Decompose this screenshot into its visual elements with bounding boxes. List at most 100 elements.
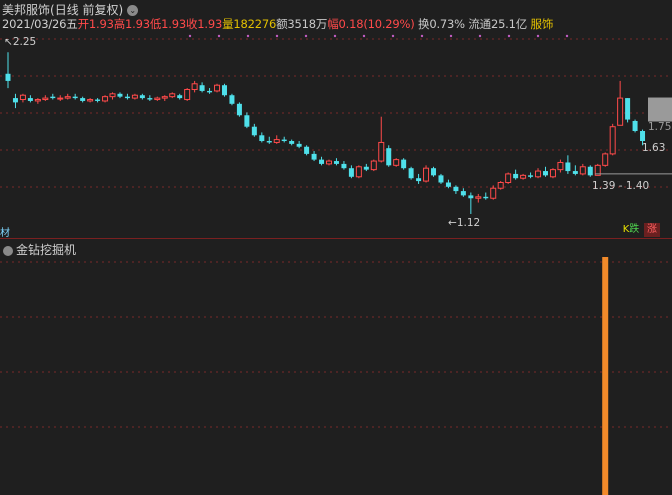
candle[interactable] xyxy=(401,158,407,170)
candle[interactable] xyxy=(468,192,474,214)
chevron-down-icon[interactable] xyxy=(3,245,13,256)
candle[interactable] xyxy=(266,136,272,144)
candle[interactable] xyxy=(57,95,64,101)
candle[interactable] xyxy=(490,185,497,200)
candle[interactable] xyxy=(632,119,638,133)
side-tag: 材 xyxy=(0,228,10,239)
candle[interactable] xyxy=(348,165,354,179)
candle[interactable] xyxy=(124,93,130,100)
event-dot xyxy=(420,34,424,38)
candle[interactable] xyxy=(393,158,400,167)
candle[interactable] xyxy=(625,98,631,123)
rise-button[interactable]: 涨 xyxy=(644,223,660,237)
candle[interactable] xyxy=(139,93,145,100)
candle[interactable] xyxy=(221,83,227,97)
candle[interactable] xyxy=(460,188,466,197)
event-dot xyxy=(565,34,569,38)
candle[interactable] xyxy=(95,98,101,103)
candle[interactable] xyxy=(72,93,78,100)
candle[interactable] xyxy=(378,116,385,163)
candle[interactable] xyxy=(229,93,235,106)
candle[interactable] xyxy=(109,92,116,100)
event-dot xyxy=(217,34,221,38)
candle[interactable] xyxy=(236,102,242,117)
candle[interactable] xyxy=(5,52,11,89)
candle[interactable] xyxy=(177,93,183,100)
candle[interactable] xyxy=(244,112,250,129)
high-value: 1.93 xyxy=(125,17,150,31)
candle[interactable] xyxy=(341,161,347,170)
candle[interactable] xyxy=(438,173,444,184)
candle[interactable] xyxy=(542,166,548,177)
candle[interactable] xyxy=(423,165,430,183)
candle[interactable] xyxy=(311,151,317,162)
candle[interactable] xyxy=(513,169,519,180)
candle[interactable] xyxy=(520,173,527,180)
candle[interactable] xyxy=(154,96,161,101)
candle[interactable] xyxy=(259,132,265,143)
candle[interactable] xyxy=(42,95,49,101)
candle[interactable] xyxy=(416,173,422,184)
candle[interactable] xyxy=(565,155,571,174)
candle[interactable] xyxy=(408,166,414,180)
indicator-chart[interactable] xyxy=(0,255,672,495)
candle[interactable] xyxy=(528,172,534,179)
candle[interactable] xyxy=(602,152,609,167)
candle[interactable] xyxy=(214,83,221,93)
candle[interactable] xyxy=(296,141,302,149)
candle[interactable] xyxy=(289,139,295,146)
candle[interactable] xyxy=(50,93,56,100)
candle[interactable] xyxy=(505,172,512,184)
candle[interactable] xyxy=(333,158,339,166)
candle[interactable] xyxy=(572,165,578,176)
candle[interactable] xyxy=(131,93,138,100)
chevron-down-icon[interactable]: ⌄ xyxy=(127,5,139,16)
candle[interactable] xyxy=(273,135,280,144)
candle[interactable] xyxy=(557,159,564,173)
candle[interactable] xyxy=(281,136,287,143)
candle[interactable] xyxy=(191,80,198,93)
turnover-label: 换 xyxy=(418,17,430,31)
candle[interactable] xyxy=(475,193,482,203)
candle[interactable] xyxy=(64,93,71,100)
candle[interactable] xyxy=(304,145,310,156)
candle[interactable] xyxy=(251,123,257,137)
candle[interactable] xyxy=(483,192,489,200)
candle[interactable] xyxy=(431,166,437,177)
candle[interactable] xyxy=(80,96,86,103)
candle[interactable] xyxy=(535,168,542,179)
candle[interactable] xyxy=(102,95,109,103)
candle[interactable] xyxy=(207,88,213,94)
candle[interactable] xyxy=(19,93,26,103)
stock-name[interactable]: 美邦服饰 xyxy=(2,3,50,17)
candle[interactable] xyxy=(34,98,41,104)
candlestick-chart[interactable] xyxy=(0,34,672,238)
candle[interactable] xyxy=(370,159,377,172)
period-label: (日线 前复权) xyxy=(50,3,124,17)
candle[interactable] xyxy=(87,98,94,103)
candle[interactable] xyxy=(161,95,168,101)
candle[interactable] xyxy=(609,123,616,156)
candle[interactable] xyxy=(355,165,362,179)
candle[interactable] xyxy=(184,88,191,101)
candle[interactable] xyxy=(326,159,332,166)
candle[interactable] xyxy=(169,92,176,99)
candle[interactable] xyxy=(27,95,33,103)
candle[interactable] xyxy=(319,156,325,166)
candle[interactable] xyxy=(617,80,624,126)
float-value: 25.1亿 xyxy=(490,17,528,31)
change-label: 幅 xyxy=(327,17,339,31)
candle[interactable] xyxy=(147,95,153,101)
candle[interactable] xyxy=(117,92,123,99)
candle[interactable] xyxy=(386,145,392,167)
candle[interactable] xyxy=(579,163,586,176)
k-down-button[interactable]: K跌 xyxy=(621,223,641,237)
candle[interactable] xyxy=(12,93,18,109)
candle[interactable] xyxy=(587,165,593,177)
candle[interactable] xyxy=(199,82,205,93)
event-dot xyxy=(536,34,540,38)
candle[interactable] xyxy=(363,163,369,172)
candle[interactable] xyxy=(549,168,556,179)
candle[interactable] xyxy=(497,181,504,190)
sector-label[interactable]: 服饰 xyxy=(531,17,554,31)
